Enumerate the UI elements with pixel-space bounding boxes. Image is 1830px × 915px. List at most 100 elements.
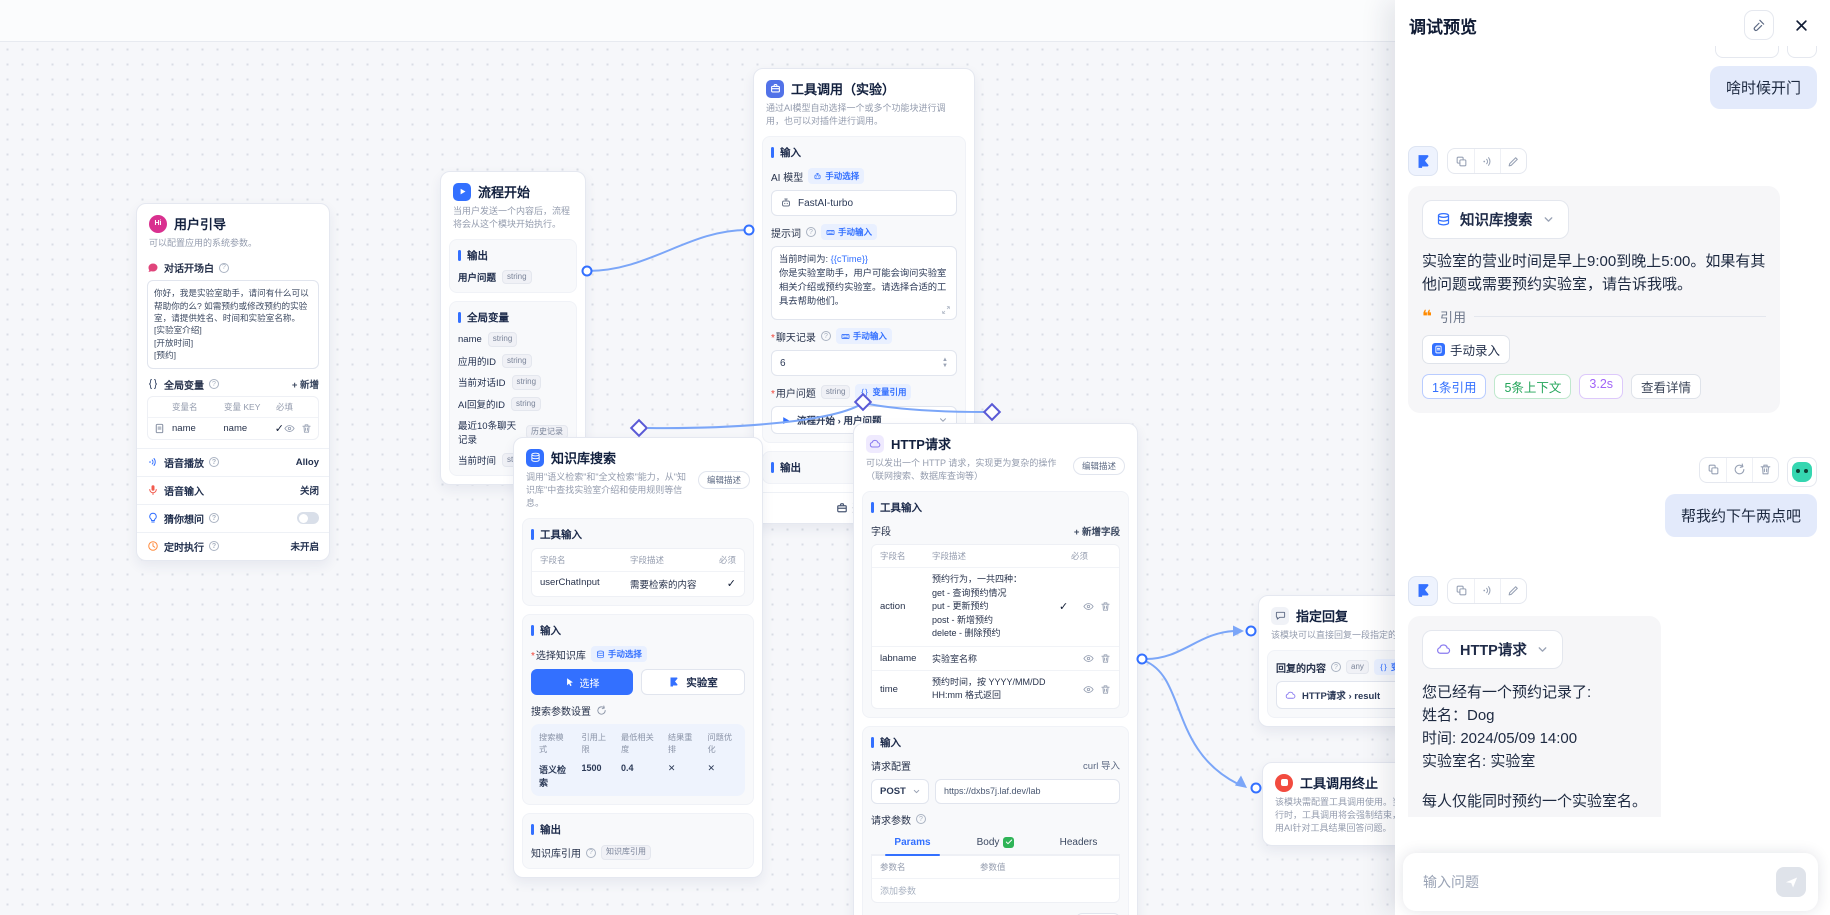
opening-label: 对话开场白 bbox=[164, 260, 214, 275]
curl-import-button[interactable]: curl 导入 bbox=[1083, 758, 1120, 772]
briefcase-icon bbox=[770, 83, 781, 94]
ai-message-text: 实验室的营业时间是早上9:00到晚上5:00。如果有其他问题或需要预约实验室，请… bbox=[1422, 250, 1766, 297]
clock-icon bbox=[147, 540, 159, 552]
method-select[interactable]: POST bbox=[871, 779, 929, 804]
field-desc: 需要检索的内容 bbox=[630, 577, 727, 591]
node-title: 工具调用终止 bbox=[1300, 773, 1378, 792]
model-select[interactable]: FastAI-turbo bbox=[771, 190, 957, 216]
info-icon bbox=[806, 227, 816, 237]
ai-message-line: 您已经有一个预约记录了: bbox=[1422, 681, 1647, 704]
tool-run-collapse[interactable]: 知识库搜索 bbox=[1422, 200, 1569, 239]
tab-params[interactable]: Params bbox=[871, 833, 954, 854]
col-header: 字段名 bbox=[880, 550, 932, 562]
chevron-down-icon bbox=[1542, 213, 1555, 226]
clear-history-button[interactable] bbox=[1744, 10, 1774, 40]
message-toolbar bbox=[1447, 148, 1527, 174]
schedule-row[interactable]: 定时执行 未开启 bbox=[137, 532, 329, 560]
latency-badge[interactable]: 3.2s bbox=[1579, 374, 1623, 399]
opening-textarea[interactable]: 你好，我是实验室助手，请问有什么可以帮助你的么? 如需预约或修改预约的实验室，请… bbox=[147, 280, 319, 369]
stop-icon bbox=[1275, 774, 1293, 792]
tab-body[interactable]: Body bbox=[954, 833, 1037, 854]
chat-history[interactable]: 啥时候开门 知识库搜索 实验室的营业时间是早上9:00到晚上5:0 bbox=[1395, 44, 1830, 817]
tool-run-collapse[interactable]: HTTP请求 bbox=[1422, 630, 1563, 669]
tts-button[interactable] bbox=[1474, 579, 1500, 603]
clipped-toolbar-fragment bbox=[1715, 46, 1817, 58]
add-variable-button[interactable]: + 新增 bbox=[292, 377, 319, 391]
http-icon bbox=[866, 435, 884, 453]
required-check: ✓ bbox=[727, 577, 736, 590]
citation-source-chip[interactable]: 手动录入 bbox=[1422, 335, 1510, 364]
ai-message-line: 时间: 2024/05/09 14:00 bbox=[1422, 727, 1647, 750]
fastgpt-logo-icon bbox=[1415, 582, 1432, 599]
var-item: AI回复的IDstring bbox=[458, 397, 568, 411]
copy-button[interactable] bbox=[1700, 458, 1726, 482]
info-icon bbox=[209, 513, 219, 523]
node-kb-search[interactable]: 知识库搜索 调用"语义检索"和"全文检索"能力，从"知识库"中查找实验室介绍和使… bbox=[513, 437, 763, 878]
dataset-chip[interactable]: 实验室 bbox=[641, 669, 745, 695]
info-icon bbox=[209, 457, 219, 467]
type-badge: string bbox=[502, 270, 532, 284]
prompt-variable: {{cTime}} bbox=[831, 254, 868, 264]
select-dataset-button[interactable]: 选择 bbox=[531, 669, 633, 695]
bulb-icon bbox=[147, 512, 159, 524]
stepper-arrows[interactable]: ▲▼ bbox=[942, 357, 948, 369]
add-field-button[interactable]: + 新增字段 bbox=[1074, 524, 1120, 538]
node-user-guide[interactable]: Hi 用户引导 可以配置应用的系统参数。 对话开场白 你好，我是实验室助手，请问… bbox=[136, 203, 330, 561]
copy-button[interactable] bbox=[1448, 149, 1474, 173]
debug-preview-panel: 调试预览 啥时候开门 bbox=[1395, 0, 1830, 915]
citation-count-badge[interactable]: 1条引用 bbox=[1422, 374, 1486, 399]
ai-message-card: HTTP请求 您已经有一个预约记录了: 姓名：Dog 时间: 2024/05/0… bbox=[1408, 616, 1661, 818]
cloud-icon bbox=[869, 438, 881, 450]
node-http-request[interactable]: HTTP请求 可以发出一个 HTTP 请求，实现更为复杂的操作（联网搜索、数据库… bbox=[853, 423, 1138, 915]
edit-icon[interactable] bbox=[1083, 653, 1094, 664]
chat-input[interactable] bbox=[1423, 874, 1776, 890]
var-ref-badge: 变量引用 bbox=[855, 384, 911, 400]
history-stepper[interactable]: 6 ▲▼ bbox=[771, 350, 957, 376]
edit-desc-button[interactable]: 编辑描述 bbox=[698, 471, 750, 489]
cite-label: 知识库引用 bbox=[531, 845, 581, 860]
guess-question-row[interactable]: 猜你想问 bbox=[137, 504, 329, 532]
output-item: 用户问题 string bbox=[458, 270, 568, 284]
add-param-placeholder[interactable]: 添加参数 bbox=[880, 884, 916, 897]
voice-play-row[interactable]: 语音播放 Alloy bbox=[137, 448, 329, 476]
reply-ref: HTTP请求 › result bbox=[1302, 688, 1380, 702]
guess-toggle[interactable] bbox=[297, 512, 319, 524]
context-count-badge[interactable]: 5条上下文 bbox=[1494, 374, 1571, 399]
ai-avatar bbox=[1408, 576, 1438, 606]
expand-icon[interactable] bbox=[941, 305, 951, 315]
required-check: ✓ bbox=[275, 422, 284, 435]
edit-icon[interactable] bbox=[1083, 684, 1094, 695]
voice-input-row[interactable]: 语音输入 关闭 bbox=[137, 476, 329, 504]
retry-button[interactable] bbox=[1726, 458, 1752, 482]
edit-icon[interactable] bbox=[1083, 601, 1094, 612]
flow-ref-icon bbox=[780, 415, 791, 426]
delete-icon[interactable] bbox=[1100, 653, 1111, 664]
delete-icon[interactable] bbox=[301, 423, 312, 434]
model-icon bbox=[780, 197, 792, 209]
edit-desc-button[interactable]: 编辑描述 bbox=[1073, 457, 1125, 475]
send-button[interactable] bbox=[1776, 867, 1806, 897]
edit-icon[interactable] bbox=[284, 423, 295, 434]
url-input[interactable]: https://dxbs7j.laf.dev/lab bbox=[935, 779, 1120, 804]
view-detail-button[interactable]: 查看详情 bbox=[1631, 374, 1701, 399]
edit-button[interactable] bbox=[1500, 579, 1526, 603]
copy-button[interactable] bbox=[1448, 579, 1474, 603]
sound-icon bbox=[147, 456, 159, 468]
prompt-textarea[interactable]: 当前时间为: {{cTime}} 你是实验室助手，用户可能会询问实验室相关介绍或… bbox=[771, 246, 957, 320]
delete-icon[interactable] bbox=[1100, 601, 1111, 612]
cloud-icon bbox=[1436, 642, 1451, 657]
tab-headers[interactable]: Headers bbox=[1037, 833, 1120, 854]
delete-button[interactable] bbox=[1752, 458, 1778, 482]
close-panel-button[interactable] bbox=[1786, 10, 1816, 40]
delete-icon[interactable] bbox=[1100, 684, 1111, 695]
model-value: FastAI-turbo bbox=[798, 198, 853, 209]
request-config-label: 请求配置 bbox=[871, 758, 911, 773]
gear-icon[interactable] bbox=[596, 705, 607, 716]
message-toolbar bbox=[1699, 457, 1779, 483]
send-icon bbox=[1784, 875, 1799, 890]
tts-button[interactable] bbox=[1474, 149, 1500, 173]
edit-button[interactable] bbox=[1500, 149, 1526, 173]
ai-model-label: AI 模型 bbox=[771, 169, 803, 184]
close-icon bbox=[1794, 18, 1809, 33]
node-desc: 当用户发送一个内容后，流程将会从这个模块开始执行。 bbox=[441, 205, 585, 239]
